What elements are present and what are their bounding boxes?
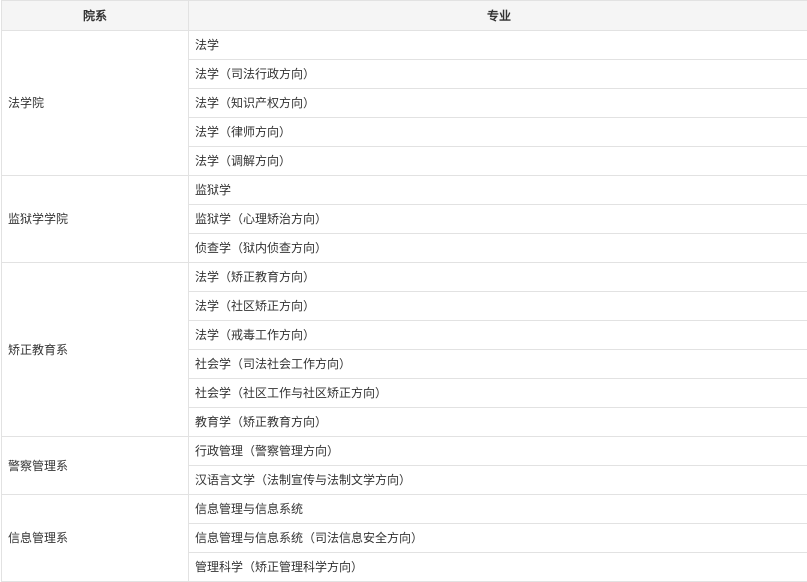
major-cell: 监狱学 <box>188 175 807 205</box>
department-cell: 信息管理系 <box>1 494 189 582</box>
majors-table: 院系 专业 法学院 法学 法学（司法行政方向） 法学（知识产权方向） 法学（律师… <box>1 0 807 582</box>
table-row: 监狱学学院 监狱学 <box>1 175 807 263</box>
major-cell: 社会学（司法社会工作方向） <box>188 349 807 379</box>
major-cell: 法学（调解方向） <box>188 146 807 176</box>
major-cell: 法学（律师方向） <box>188 117 807 147</box>
major-cell: 社会学（社区工作与社区矫正方向） <box>188 378 807 408</box>
major-cell: 法学（戒毒工作方向） <box>188 320 807 350</box>
major-cell: 法学（知识产权方向） <box>188 88 807 118</box>
major-cell: 监狱学（心理矫治方向） <box>188 204 807 234</box>
page: 院系 专业 法学院 法学 法学（司法行政方向） 法学（知识产权方向） 法学（律师… <box>0 0 807 582</box>
major-cell: 法学（司法行政方向） <box>188 59 807 89</box>
table-row: 信息管理系 信息管理与信息系统 <box>1 494 807 582</box>
header-row: 院系 专业 <box>1 0 807 31</box>
major-cell: 教育学（矫正教育方向） <box>188 407 807 437</box>
major-cell: 法学 <box>188 30 807 60</box>
major-cell: 管理科学（矫正管理科学方向） <box>188 552 807 582</box>
major-cell: 法学（矫正教育方向） <box>188 262 807 292</box>
department-cell: 警察管理系 <box>1 436 189 495</box>
department-cell: 法学院 <box>1 30 189 176</box>
header-department: 院系 <box>1 0 189 31</box>
major-cell: 行政管理（警察管理方向） <box>188 436 807 466</box>
major-cell: 侦查学（狱内侦查方向） <box>188 233 807 263</box>
table-row: 警察管理系 行政管理（警察管理方向） <box>1 436 807 495</box>
table-row: 矫正教育系 法学（矫正教育方向） <box>1 262 807 437</box>
department-cell: 矫正教育系 <box>1 262 189 437</box>
major-cell: 汉语言文学（法制宣传与法制文学方向） <box>188 465 807 495</box>
department-cell: 监狱学学院 <box>1 175 189 263</box>
major-cell: 信息管理与信息系统（司法信息安全方向） <box>188 523 807 553</box>
header-major: 专业 <box>188 0 807 31</box>
major-cell: 法学（社区矫正方向） <box>188 291 807 321</box>
table-row: 法学院 法学 <box>1 30 807 176</box>
major-cell: 信息管理与信息系统 <box>188 494 807 524</box>
